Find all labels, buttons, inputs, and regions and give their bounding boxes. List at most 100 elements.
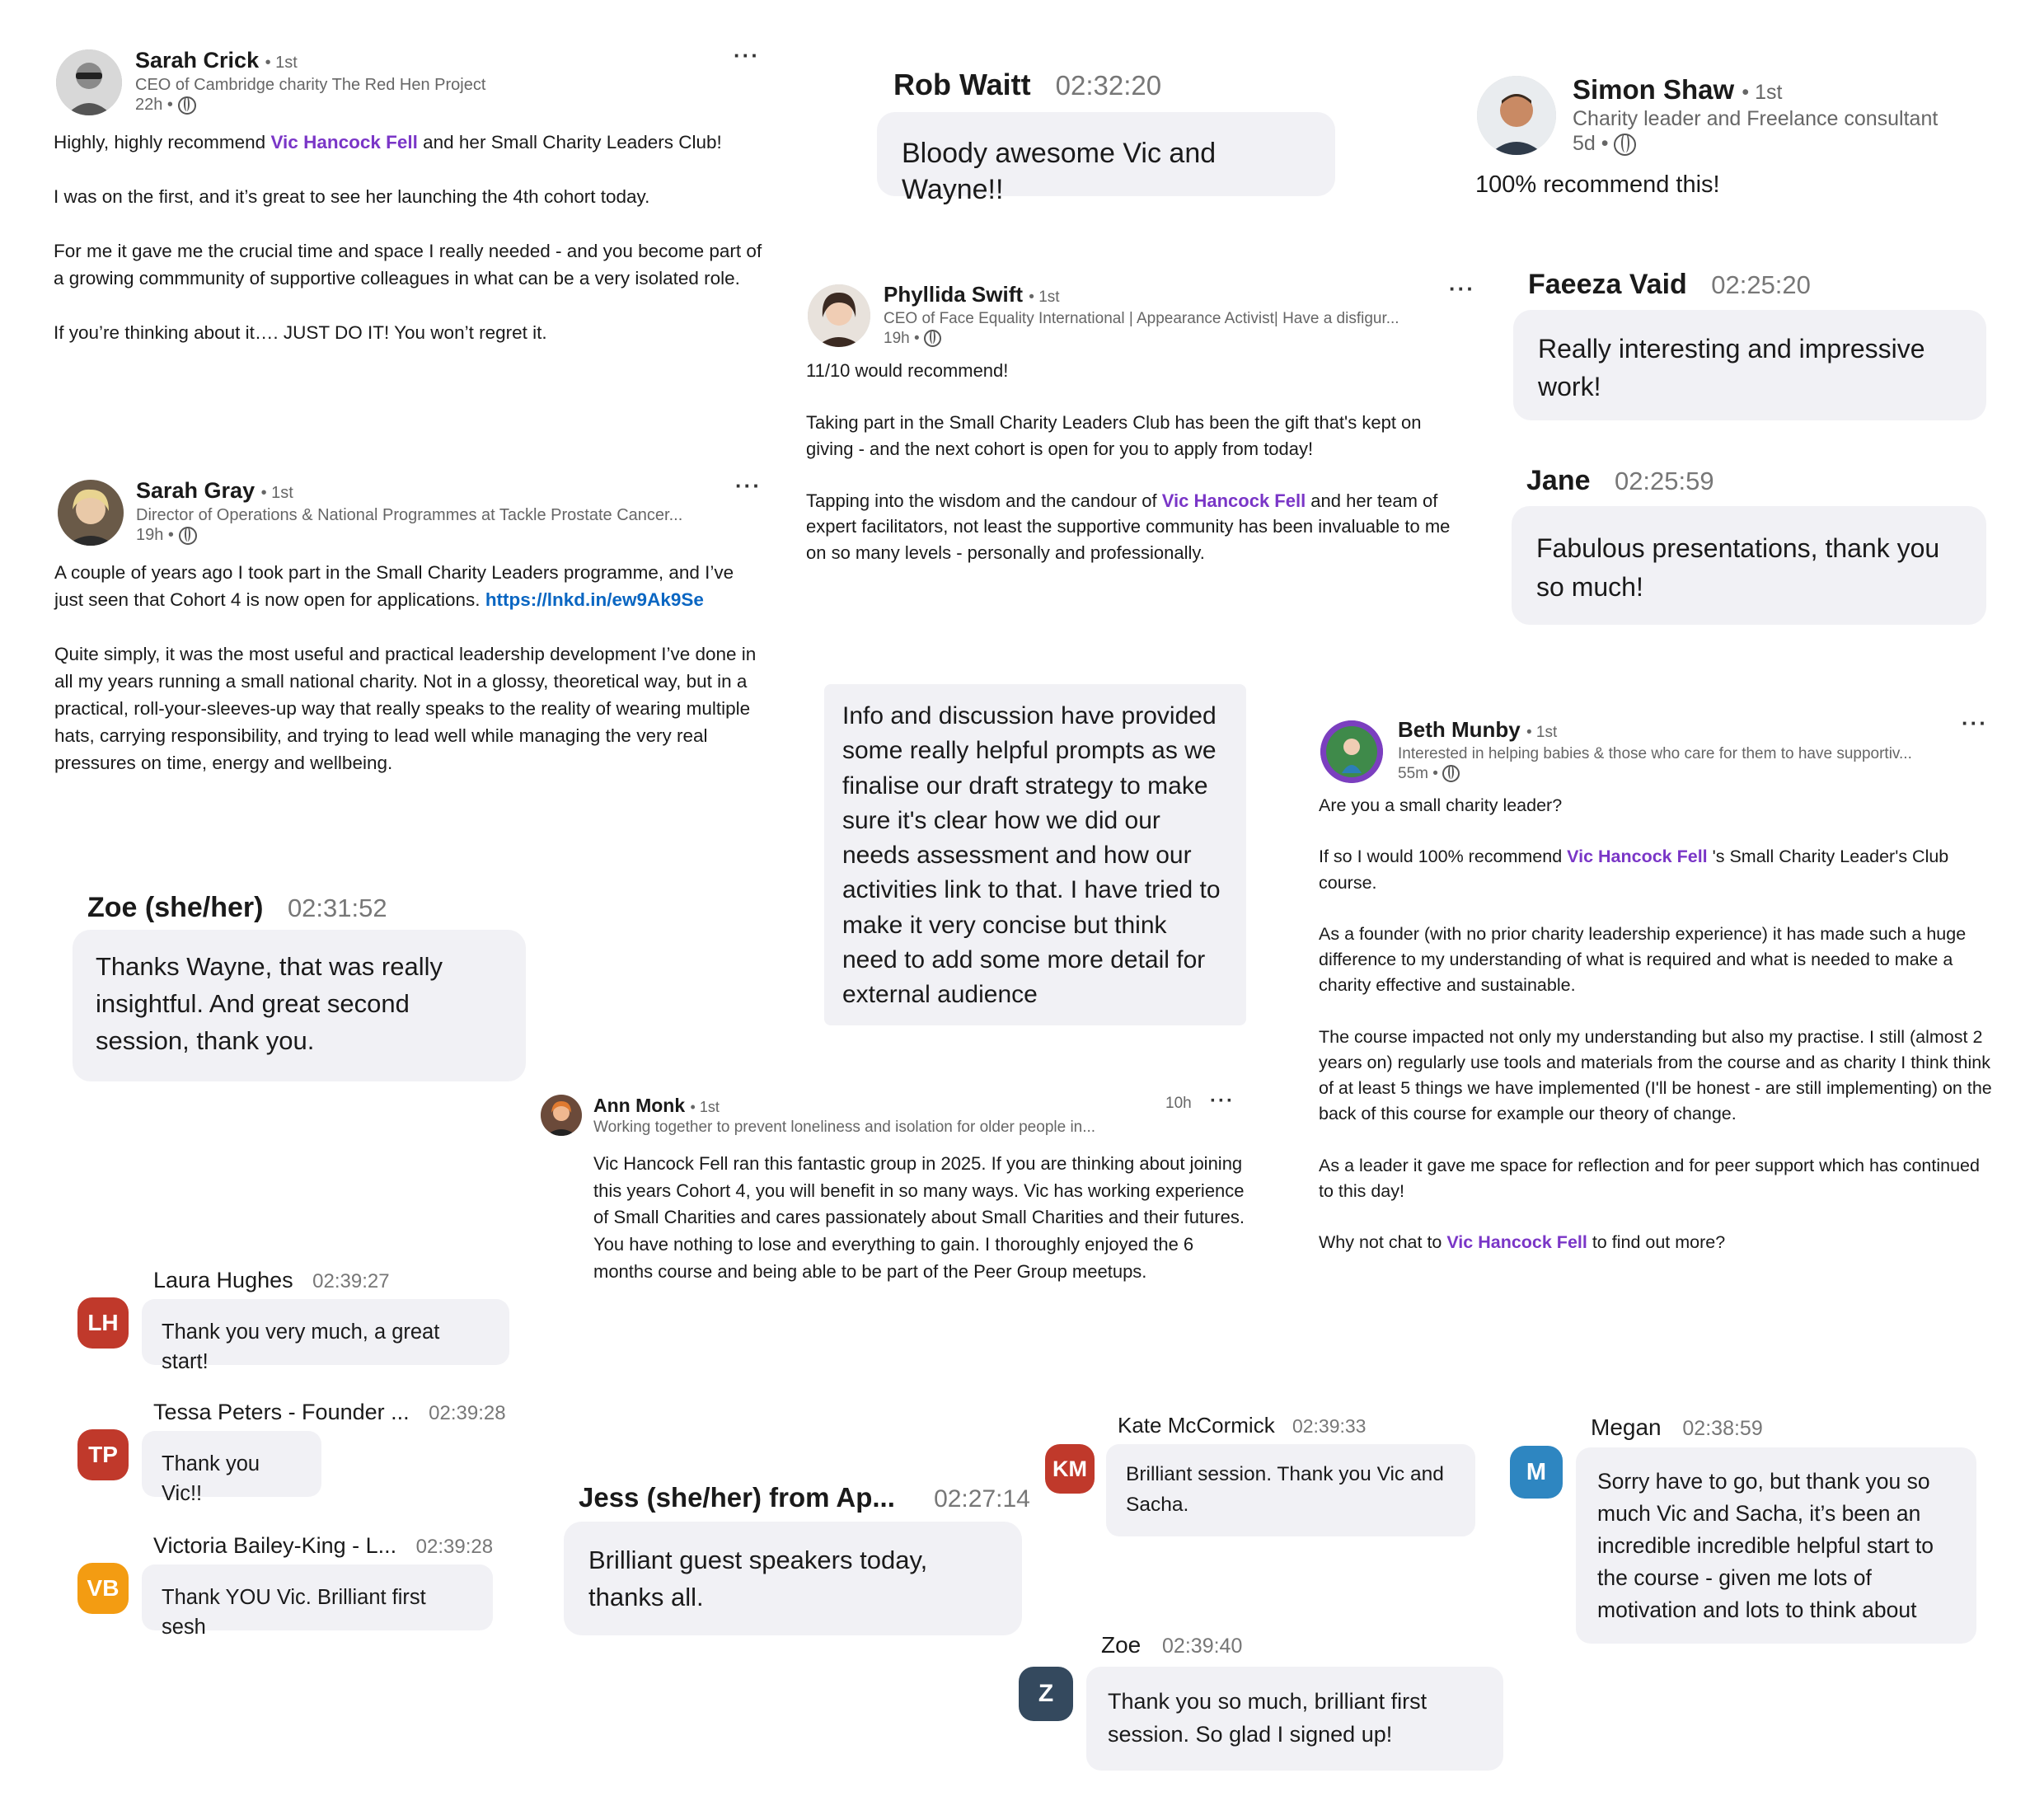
- chat-header: Zoe (she/her) 02:31:52: [87, 892, 387, 924]
- author-headline: CEO of Face Equality International | App…: [884, 310, 1399, 327]
- post-paragraph: Highly, highly recommend Vic Hancock Fel…: [54, 129, 771, 156]
- author-headline: Charity leader and Freelance consultant: [1573, 107, 1939, 130]
- author-headline: Interested in helping babies & those who…: [1398, 745, 1912, 762]
- connection-degree: • 1st: [690, 1099, 720, 1115]
- more-options-button[interactable]: ···: [1962, 711, 1988, 736]
- post-body: 11/10 would recommend! Taking part in th…: [806, 358, 1474, 565]
- chat-header: Zoe 02:39:40: [1101, 1632, 1242, 1658]
- post-paragraph: As a leader it gave me space for reflect…: [1319, 1155, 1980, 1201]
- post-body: Are you a small charity leader? If so I …: [1319, 793, 1995, 1256]
- more-options-button[interactable]: ···: [735, 473, 762, 499]
- text: and her Small Charity Leaders Club!: [417, 132, 722, 152]
- globe-icon: [177, 96, 196, 115]
- post-time: 19h •: [136, 526, 197, 545]
- avatar-initials: TP: [77, 1429, 129, 1480]
- sender-name: Zoe (she/her): [87, 892, 264, 923]
- globe-icon: [1614, 133, 1637, 156]
- author-name[interactable]: Phyllida Swift • 1st: [884, 282, 1060, 307]
- message-time: 02:39:33: [1292, 1415, 1367, 1437]
- post-paragraph: For me it gave me the crucial time and s…: [54, 241, 762, 288]
- post-paragraph: If you’re thinking about it…. JUST DO IT…: [54, 322, 547, 343]
- author-name[interactable]: Sarah Crick • 1st: [135, 48, 298, 73]
- message-bubble: Thank you Vic!!: [142, 1431, 321, 1505]
- message-time: 02:39:40: [1162, 1635, 1243, 1658]
- text: to find out more?: [1587, 1232, 1726, 1253]
- avatar-initials: Z: [1019, 1667, 1073, 1721]
- name-text[interactable]: Ann Monk: [593, 1095, 685, 1116]
- avatar-initials: LH: [77, 1297, 129, 1349]
- sender-name: Rob Waitt: [893, 68, 1031, 101]
- message-time: 02:38:59: [1682, 1417, 1763, 1440]
- avatar[interactable]: [58, 480, 124, 546]
- sender-name: Victoria Bailey-King - L...: [153, 1533, 397, 1558]
- avatar[interactable]: [1320, 720, 1383, 783]
- post-time: 5d •: [1573, 132, 1637, 156]
- message-bubble-strategy: Info and discussion have provided some r…: [824, 684, 1246, 1025]
- chat-header: Kate McCormick 02:39:33: [1118, 1413, 1366, 1438]
- post-time: 55m •: [1398, 765, 1460, 783]
- message-bubble: Thank YOU Vic. Brilliant first sesh: [142, 1564, 493, 1639]
- name-text[interactable]: Simon Shaw: [1573, 74, 1734, 105]
- connection-degree: • 1st: [265, 54, 298, 72]
- message-time: 02:25:20: [1711, 270, 1811, 299]
- author-name[interactable]: Beth Munby • 1st: [1398, 717, 1557, 743]
- name-text[interactable]: Phyllida Swift: [884, 282, 1023, 307]
- message-time: 02:39:27: [312, 1270, 390, 1292]
- text: If so I would 100% recommend: [1319, 847, 1568, 867]
- post-paragraph: The course impacted not only my understa…: [1319, 1026, 1992, 1124]
- message-bubble: Thanks Wayne, that was really insightful…: [73, 930, 526, 1081]
- author-name[interactable]: Ann Monk • 1st: [593, 1095, 720, 1117]
- text: Why not chat to: [1319, 1232, 1447, 1253]
- avatar[interactable]: [56, 49, 122, 115]
- author-name[interactable]: Simon Shaw • 1st: [1573, 74, 1782, 106]
- more-options-button[interactable]: ···: [734, 43, 760, 68]
- time-text: 5d •: [1573, 132, 1609, 155]
- chat-header: Laura Hughes 02:39:27: [153, 1268, 390, 1293]
- avatar[interactable]: [808, 284, 870, 347]
- name-text[interactable]: Sarah Gray: [136, 478, 255, 503]
- mention-link[interactable]: Vic Hancock Fell: [1162, 490, 1306, 511]
- avatar[interactable]: [1477, 76, 1556, 155]
- author-name[interactable]: Sarah Gray • 1st: [136, 478, 293, 504]
- chat-header: Tessa Peters - Founder ... 02:39:28: [153, 1400, 506, 1425]
- name-text[interactable]: Beth Munby: [1398, 717, 1521, 742]
- post-paragraph: As a founder (with no prior charity lead…: [1319, 923, 1967, 996]
- post-paragraph: 11/10 would recommend!: [806, 360, 1009, 381]
- globe-icon: [1442, 765, 1460, 783]
- post-body: 100% recommend this!: [1475, 171, 1720, 198]
- mention-link[interactable]: Vic Hancock Fell: [1567, 847, 1708, 866]
- avatar[interactable]: [541, 1095, 582, 1136]
- message-bubble: Brilliant guest speakers today, thanks a…: [564, 1522, 1022, 1635]
- time-text: 22h •: [135, 96, 173, 114]
- sender-name: Faeeza Vaid: [1528, 269, 1687, 300]
- author-headline: Working together to prevent loneliness a…: [593, 1119, 1096, 1136]
- mention-link[interactable]: Vic Hancock Fell: [1446, 1232, 1587, 1252]
- author-headline: CEO of Cambridge charity The Red Hen Pro…: [135, 76, 486, 94]
- avatar-image: [808, 284, 870, 347]
- chat-header: Jane 02:25:59: [1526, 465, 1714, 497]
- author-headline: Director of Operations & National Progra…: [136, 506, 683, 524]
- avatar-image: [1477, 76, 1556, 155]
- sender-name: Zoe: [1101, 1632, 1142, 1658]
- post-paragraph: Quite simply, it was the most useful and…: [54, 644, 757, 773]
- sender-name: Laura Hughes: [153, 1268, 293, 1292]
- globe-icon: [178, 526, 197, 545]
- sender-name: Kate McCormick: [1118, 1413, 1275, 1438]
- chat-header: Victoria Bailey-King - L... 02:39:28: [153, 1533, 493, 1559]
- post-body: Vic Hancock Fell ran this fantastic grou…: [593, 1153, 1245, 1282]
- more-options-button[interactable]: ···: [1449, 276, 1475, 302]
- post-paragraph: Taking part in the Small Charity Leaders…: [806, 412, 1422, 459]
- time-text: 19h •: [884, 330, 920, 347]
- sender-name: Tessa Peters - Founder ...: [153, 1400, 410, 1424]
- connection-degree: • 1st: [1526, 724, 1558, 741]
- avatar-image: [1320, 720, 1383, 783]
- chat-header: Rob Waitt 02:32:20: [893, 68, 1161, 102]
- mention-link[interactable]: Vic Hancock Fell: [270, 132, 417, 152]
- post-link[interactable]: https://lnkd.in/ew9Ak9Se: [485, 589, 704, 610]
- post-paragraph: Are you a small charity leader?: [1319, 795, 1563, 815]
- post-paragraph: A couple of years ago I took part in the…: [54, 559, 763, 613]
- name-text[interactable]: Sarah Crick: [135, 48, 259, 73]
- post-time: 19h •: [884, 330, 941, 348]
- avatar-image: [56, 49, 122, 115]
- more-options-button[interactable]: ···: [1210, 1090, 1235, 1113]
